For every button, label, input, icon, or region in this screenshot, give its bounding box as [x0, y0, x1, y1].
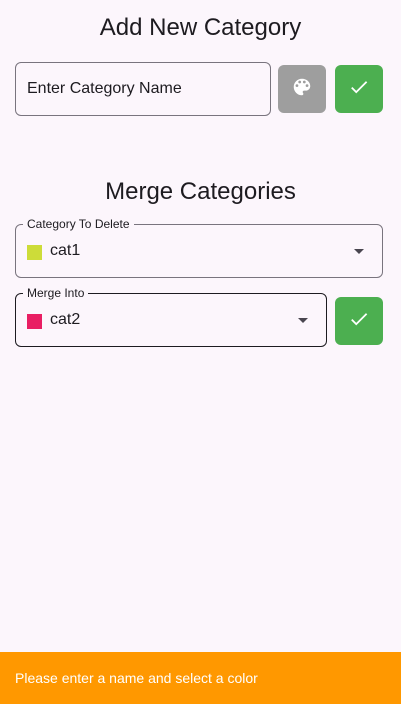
dropdown-arrow-icon: [298, 318, 308, 323]
category-name-field[interactable]: [15, 62, 271, 116]
validation-snackbar: Please enter a name and select a color: [0, 652, 401, 704]
check-icon: [348, 76, 370, 103]
add-category-confirm-button[interactable]: [335, 65, 383, 113]
add-category-title: Add New Category: [99, 14, 302, 41]
check-icon: [348, 308, 370, 335]
category-color-swatch: [27, 314, 42, 329]
dropdown-arrow-icon: [354, 249, 364, 254]
merge-into-value: cat2: [50, 311, 81, 328]
manage-categories-screen: Add New Category Merge Categories Catego…: [0, 0, 401, 704]
category-to-delete-label: Category To Delete: [23, 217, 134, 231]
merge-confirm-button[interactable]: [335, 297, 383, 345]
palette-icon: [291, 76, 313, 103]
merge-into-label: Merge Into: [23, 286, 89, 300]
snackbar-message: Please enter a name and select a color: [15, 670, 258, 686]
category-color-swatch: [27, 245, 42, 260]
merge-into-dropdown[interactable]: Merge Into cat2: [15, 286, 327, 347]
category-to-delete-value: cat1: [50, 242, 81, 259]
category-name-input[interactable]: [27, 80, 270, 98]
category-to-delete-dropdown[interactable]: Category To Delete cat1: [15, 217, 383, 278]
merge-categories-title: Merge Categories: [105, 178, 296, 205]
color-picker-button[interactable]: [278, 65, 326, 113]
